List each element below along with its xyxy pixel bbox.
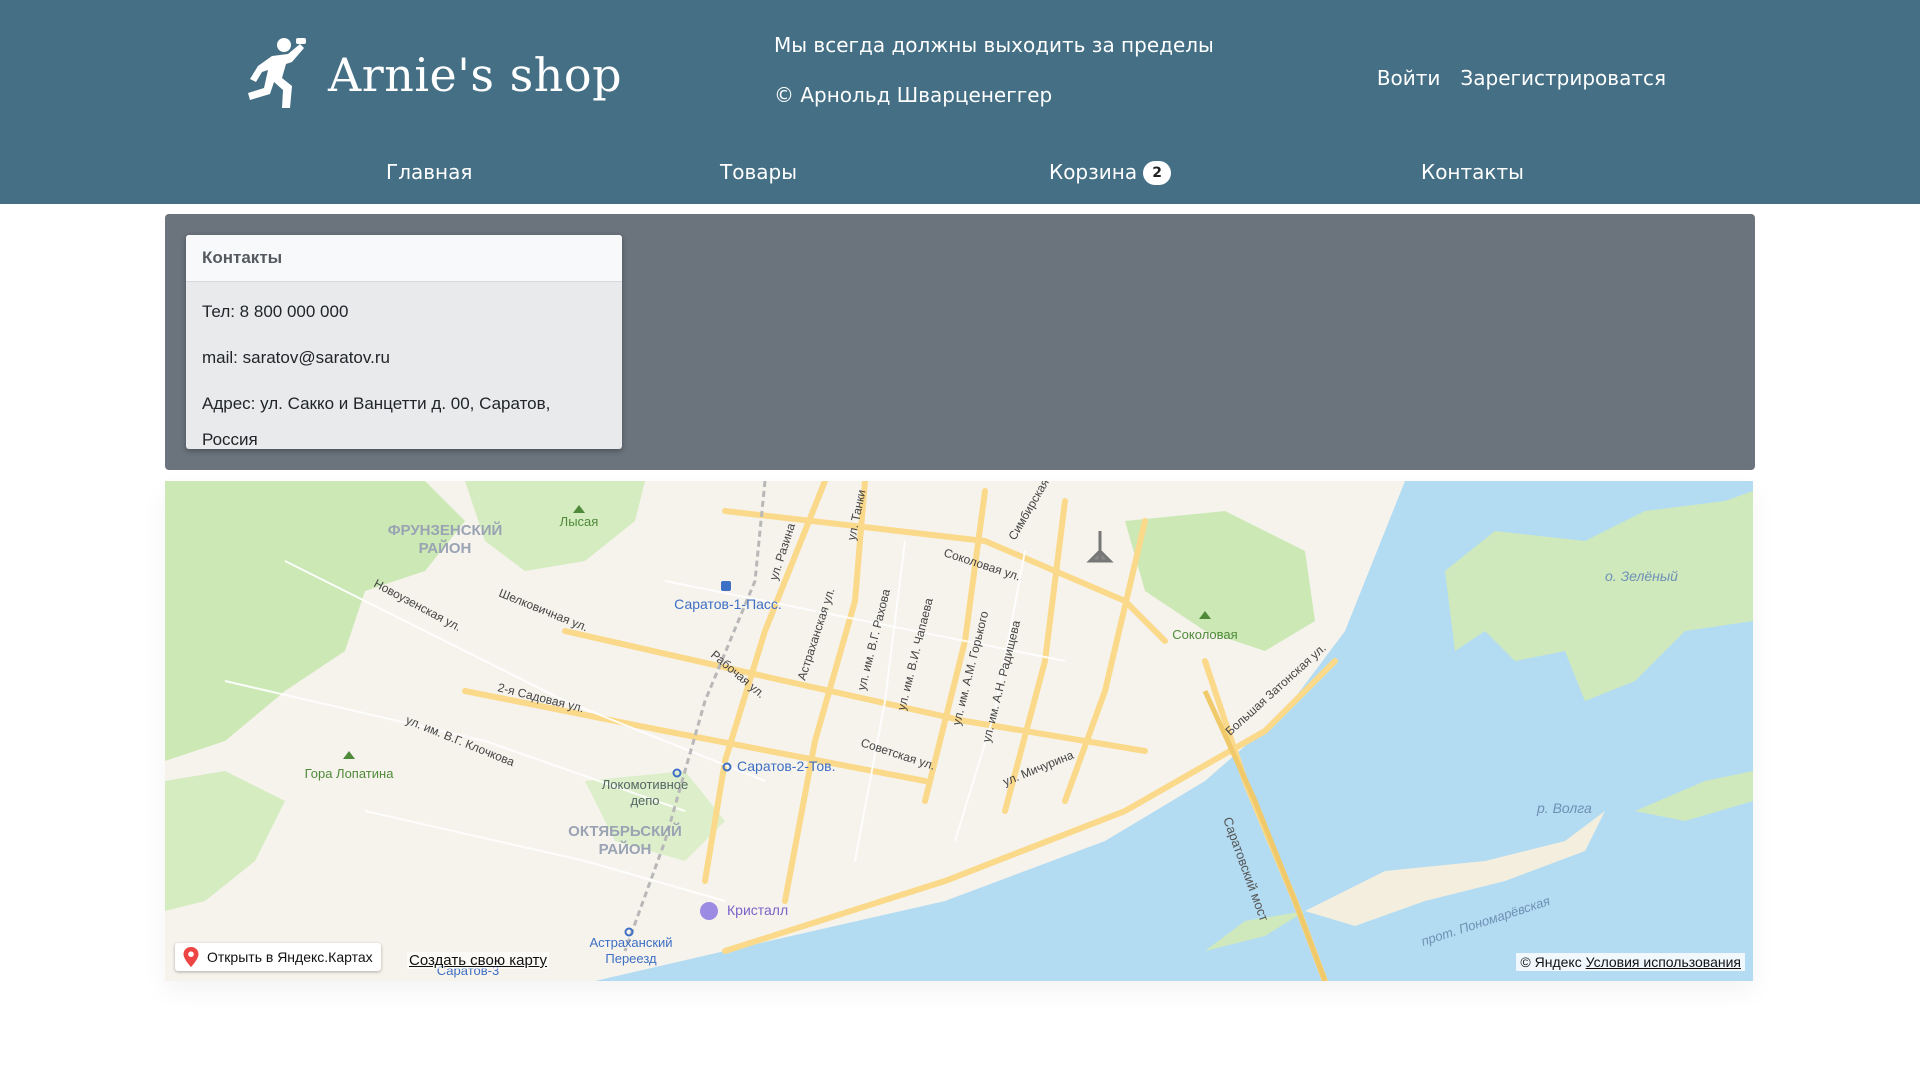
yandex-map[interactable]: ФРУНЗЕНСКИЙ РАЙОН ОКТЯБРЬСКИЙ РАЙОН Лыса…	[165, 481, 1753, 981]
quote-text: Мы всегда должны выходить за пределы	[774, 33, 1214, 57]
map-label-district-frunze: ФРУНЗЕНСКИЙ	[388, 521, 503, 539]
running-man-logo-icon	[248, 38, 306, 108]
brand-name: Arnie's shop	[328, 48, 623, 102]
map-label-kristall: Кристалл	[727, 902, 788, 918]
create-map-link[interactable]: Создать свою карту	[407, 952, 550, 969]
nav-goods[interactable]: Товары	[720, 160, 797, 184]
map-label-district-oktyabr-2: РАЙОН	[599, 840, 652, 858]
map-label-sokolovaya: Соколовая	[1172, 627, 1237, 642]
map-label-depot: Локомотивное	[602, 777, 688, 792]
map-canvas[interactable]: ФРУНЗЕНСКИЙ РАЙОН ОКТЯБРЬСКИЙ РАЙОН Лыса…	[165, 481, 1753, 981]
contact-mail: mail: saratov@saratov.ru	[202, 348, 390, 367]
nav-home[interactable]: Главная	[386, 160, 472, 184]
main-nav: Главная Товары Корзина 2 Контакты	[0, 160, 1920, 192]
login-link[interactable]: Войти	[1377, 66, 1441, 90]
nav-contacts[interactable]: Контакты	[1421, 160, 1524, 184]
map-label-district-frunze-2: РАЙОН	[419, 539, 472, 557]
contact-address: Адрес: ул. Сакко и Ванцетти д. 00, Сарат…	[202, 394, 551, 449]
nav-cart-label: Корзина	[1049, 160, 1138, 184]
brand[interactable]: Arnie's shop	[242, 36, 622, 114]
map-terms-link[interactable]: Условия использования	[1586, 954, 1741, 970]
contacts-section: Контакты Тел: 8 800 000 000 mail: sarato…	[165, 214, 1755, 470]
cart-count-badge: 2	[1143, 161, 1172, 185]
map-label-astrakhan: Астраханский	[589, 935, 672, 950]
header-quote: Мы всегда должны выходить за пределы © А…	[774, 32, 1214, 108]
contacts-card-body: Тел: 8 800 000 000 mail: saratov@saratov…	[186, 282, 622, 466]
map-label-island: о. Зелёный	[1605, 568, 1678, 584]
contacts-card: Контакты Тел: 8 800 000 000 mail: sarato…	[186, 235, 622, 449]
open-in-yandex-maps-label: Открыть в Яндекс.Картах	[207, 949, 373, 965]
map-label-district-oktyabr: ОКТЯБРЬСКИЙ	[568, 822, 682, 840]
nav-cart[interactable]: Корзина 2	[1049, 160, 1172, 185]
fitness-icon	[700, 902, 718, 920]
train-station-icon	[721, 581, 731, 591]
contact-phone: Тел: 8 800 000 000	[202, 302, 349, 321]
map-pin-icon	[183, 947, 199, 967]
map-copyright: © Яндекс Условия использования	[1516, 953, 1745, 971]
map-label-station-1: Саратов-1-Пасс.	[674, 596, 782, 612]
map-label-lysaya: Лысая	[560, 514, 599, 529]
site-header: Arnie's shop Мы всегда должны выходить з…	[0, 0, 1920, 204]
map-label-depot-2: депо	[630, 793, 659, 808]
map-label-astrakhan-2: Переезд	[605, 951, 657, 966]
map-label-gora-lopatina: Гора Лопатина	[305, 766, 395, 781]
map-label-station-2: Саратов-2-Тов.	[737, 758, 835, 774]
auth-links: Войти Зарегистрироватся	[1377, 66, 1666, 90]
map-copyright-text: © Яндекс	[1520, 954, 1582, 970]
open-in-yandex-maps-button[interactable]: Открыть в Яндекс.Картах	[175, 943, 381, 971]
map-label-river: р. Волга	[1536, 800, 1592, 816]
contacts-card-title: Контакты	[186, 235, 622, 282]
quote-author: © Арнольд Шварценеггер	[774, 83, 1053, 107]
register-link[interactable]: Зарегистрироватся	[1460, 66, 1666, 90]
